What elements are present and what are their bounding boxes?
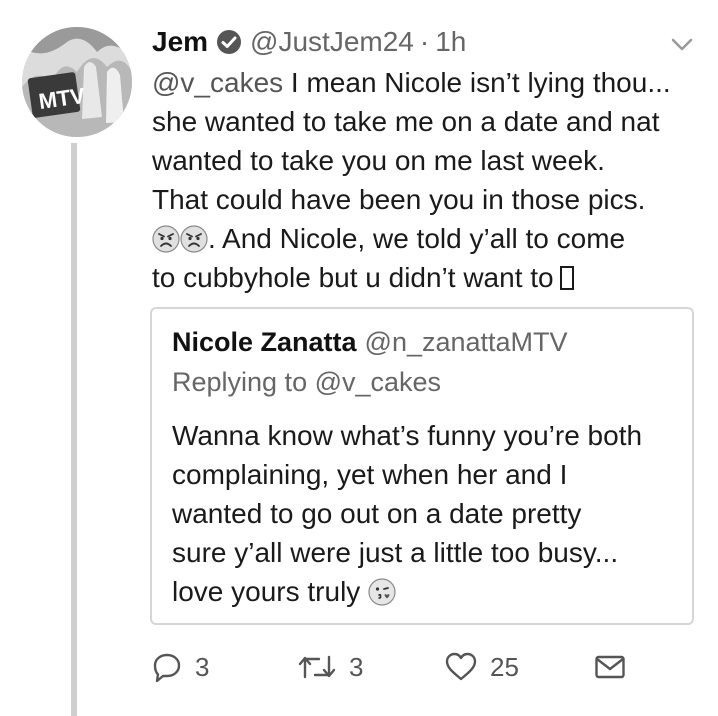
tweet-text-line: wanted to take you on me last week. xyxy=(152,145,605,176)
angry-face-emoji-icon xyxy=(152,224,180,253)
quote-text-line: sure y’all were just a little too busy..… xyxy=(172,537,619,568)
timestamp[interactable]: 1h xyxy=(435,26,466,58)
reply-icon xyxy=(151,651,183,683)
thread-line xyxy=(71,143,77,716)
like-button[interactable]: 25 xyxy=(444,645,519,689)
tweet-text-line: @v_cakes I mean Nicole isn’t lying thou.… xyxy=(152,63,708,102)
reply-count: 3 xyxy=(195,651,210,682)
direct-message-button[interactable] xyxy=(594,645,626,689)
chevron-down-icon[interactable] xyxy=(668,32,696,56)
tweet-actions: 3 3 25 xyxy=(0,645,718,689)
quote-handle: @n_zanattaMTV xyxy=(364,327,568,357)
quote-text-fragment: love yours truly xyxy=(172,576,361,607)
like-count: 25 xyxy=(490,651,519,682)
quote-text-line: love yours truly xyxy=(172,572,682,611)
verified-badge-icon xyxy=(216,29,242,55)
missing-glyph-icon xyxy=(559,266,574,290)
tweet-text-line: . And Nicole, we told y’all to come xyxy=(152,219,708,258)
tweet-text-fragment: to cubbyhole but u didn’t want to xyxy=(152,262,554,293)
tweet-text-line: she wanted to take me on a date and nat xyxy=(152,106,660,137)
quoted-tweet-card[interactable]: Nicole Zanatta @n_zanattaMTV Replying to … xyxy=(150,307,694,625)
tweet-text: @v_cakes I mean Nicole isn’t lying thou.… xyxy=(152,63,708,297)
angry-face-emoji-icon xyxy=(180,224,208,253)
tweet-text-line: to cubbyhole but u didn’t want to xyxy=(152,258,708,297)
reply-button[interactable]: 3 xyxy=(151,645,209,689)
tweet-text-line: That could have been you in those pics. xyxy=(152,184,646,215)
retweet-icon xyxy=(297,651,337,683)
tweet-header: Jem @JustJem24 · 1h xyxy=(152,22,466,62)
retweet-button[interactable]: 3 xyxy=(297,645,363,689)
tweet-text-fragment: I mean Nicole isn’t lying thou... xyxy=(283,67,671,98)
mention-link[interactable]: @v_cakes xyxy=(152,67,283,98)
avatar[interactable]: MTV xyxy=(22,27,132,137)
envelope-icon xyxy=(594,653,626,681)
user-handle[interactable]: @JustJem24 xyxy=(250,26,414,58)
quote-text-line: wanted to go out on a date pretty xyxy=(172,498,582,529)
quote-header: Nicole Zanatta @n_zanattaMTV xyxy=(172,327,568,358)
kiss-face-emoji-icon xyxy=(368,577,396,606)
heart-icon xyxy=(444,651,478,683)
retweet-count: 3 xyxy=(349,651,364,682)
quote-display-name: Nicole Zanatta xyxy=(172,327,357,357)
tweet-text-fragment: . And Nicole, we told y’all to come xyxy=(208,223,626,254)
quote-text: Wanna know what’s funny you’re both comp… xyxy=(172,416,682,611)
quote-text-line: Wanna know what’s funny you’re both xyxy=(172,420,643,451)
quote-text-line: complaining, yet when her and I xyxy=(172,459,568,490)
display-name[interactable]: Jem xyxy=(152,26,208,58)
separator-dot: · xyxy=(419,26,430,57)
quote-replying-to: Replying to @v_cakes xyxy=(172,367,442,397)
